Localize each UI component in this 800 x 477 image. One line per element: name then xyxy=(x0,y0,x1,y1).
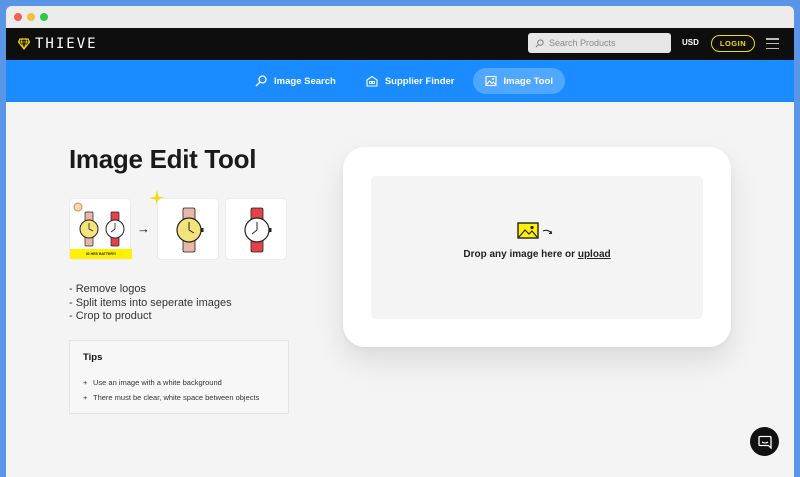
tips-box: Tips + Use an image with a white backgrou… xyxy=(69,340,289,414)
feature-item: - Remove logos xyxy=(69,283,147,295)
tips-title: Tips xyxy=(83,352,103,363)
tip-item: + There must be clear, white space betwee… xyxy=(83,390,259,405)
logo-text: THIEVE xyxy=(35,36,98,52)
tab-label: Image Search xyxy=(274,75,336,87)
watch-icon xyxy=(244,207,272,253)
example-result-watch-1 xyxy=(157,198,219,260)
browser-titlebar xyxy=(6,6,794,28)
watch-icon xyxy=(176,207,204,253)
close-window-button[interactable] xyxy=(14,13,22,21)
feature-list: - Remove logos - Split items into sepera… xyxy=(69,283,232,324)
magnifier-icon xyxy=(255,75,267,87)
login-button[interactable]: LOGIN xyxy=(711,35,755,52)
browser-window: THIEVE USD LOGIN Image Search xyxy=(6,6,794,477)
image-icon xyxy=(484,75,497,87)
sub-navbar: Image Search Supplier Finder Image Tool xyxy=(6,60,794,102)
feature-item: - Crop to product xyxy=(69,310,152,322)
upload-card: Drop any image here or upload xyxy=(343,147,731,347)
plus-icon: + xyxy=(83,393,88,402)
top-navbar: THIEVE USD LOGIN xyxy=(6,28,794,60)
logo[interactable]: THIEVE xyxy=(18,36,98,52)
arrow-right-icon: → xyxy=(137,221,150,236)
page-title: Image Edit Tool xyxy=(69,144,257,174)
example-original-image: 30 HRS BATTERY! xyxy=(69,198,132,260)
maximize-window-button[interactable] xyxy=(40,13,48,21)
minimize-window-button[interactable] xyxy=(27,13,35,21)
tab-supplier-finder[interactable]: Supplier Finder xyxy=(354,68,467,94)
main-content: Image Edit Tool 30 HRS BATTERY! → - Remo… xyxy=(6,102,794,477)
plus-icon: + xyxy=(83,378,88,387)
tab-label: Image Tool xyxy=(503,75,553,87)
dropzone-text: Drop any image here or upload xyxy=(463,249,611,260)
search-icon xyxy=(535,38,544,47)
image-upload-icon xyxy=(517,222,553,239)
search-box[interactable] xyxy=(528,33,671,53)
chat-button[interactable] xyxy=(750,427,779,456)
tips-list: + Use an image with a white background + T… xyxy=(83,375,259,405)
chat-bubble-icon xyxy=(757,435,772,449)
example-banner: 30 HRS BATTERY! xyxy=(70,249,132,259)
image-dropzone[interactable]: Drop any image here or upload xyxy=(371,176,703,319)
search-input[interactable] xyxy=(549,38,659,48)
feature-item: - Split items into seperate images xyxy=(69,296,232,309)
currency-selector[interactable]: USD xyxy=(682,38,699,47)
warehouse-icon xyxy=(366,75,378,87)
hamburger-icon[interactable] xyxy=(766,38,779,49)
watch-pair-icon xyxy=(73,202,125,247)
example-result-watch-2 xyxy=(225,198,287,260)
upload-link[interactable]: upload xyxy=(578,249,611,260)
tab-image-search[interactable]: Image Search xyxy=(243,68,348,94)
tab-image-tool[interactable]: Image Tool xyxy=(472,68,565,94)
tab-label: Supplier Finder xyxy=(384,75,455,87)
tip-item: + Use an image with a white background xyxy=(83,375,259,390)
diamond-icon xyxy=(18,38,30,50)
